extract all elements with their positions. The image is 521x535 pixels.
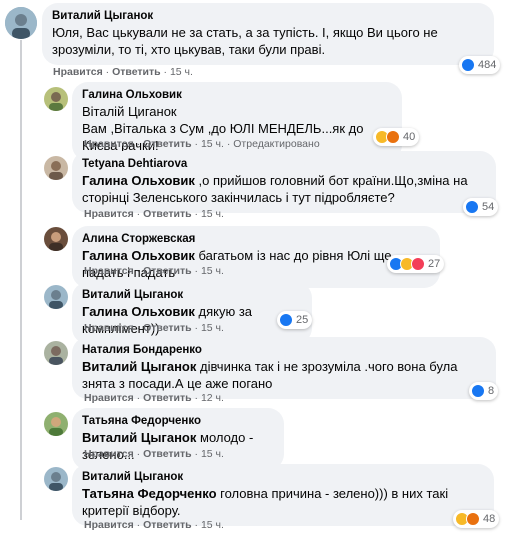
avatar[interactable]	[44, 285, 68, 309]
comment-bubble: Виталий Цыганок Юля, Вас цькували не за …	[42, 3, 494, 65]
comment-text: Виталий Цыганок дівчинка так і не зрозум…	[82, 358, 486, 392]
reply-link[interactable]: Ответить	[112, 66, 161, 78]
mention-link[interactable]: Галина Ольховик	[82, 248, 195, 263]
avatar[interactable]	[44, 156, 68, 180]
reaction-summary[interactable]: 25	[277, 311, 313, 329]
reply-link[interactable]: Ответить	[143, 138, 192, 150]
comment-bubble: Tetyana Dehtiarova Галина Ольховик ,о пр…	[72, 151, 496, 213]
like-icon	[471, 384, 485, 398]
comment-text: Юля, Вас цькували не за стать, а за тупі…	[52, 25, 438, 57]
comment-text: Татьяна Федорченко головна причина - зел…	[82, 485, 484, 519]
reply-link[interactable]: Ответить	[143, 265, 192, 277]
like-link[interactable]: Нравится	[84, 322, 134, 334]
mention-link[interactable]: Галина Ольховик	[82, 304, 195, 319]
comment-actions: Нравится · Ответить · 12 ч.	[84, 392, 224, 404]
like-icon	[279, 313, 293, 327]
comment-bubble: Алина Сторжевская Галина Ольховик багать…	[72, 226, 440, 288]
like-link[interactable]: Нравится	[84, 265, 134, 277]
comment-author[interactable]: Алина Сторжевская	[82, 232, 430, 247]
reaction-summary[interactable]: 40	[373, 128, 420, 146]
angry-icon	[466, 512, 480, 526]
comment-time[interactable]: 15 ч.	[201, 519, 224, 531]
comment-author[interactable]: Виталий Цыганок	[82, 470, 484, 485]
comment-actions: Нравится · Ответить · 15 ч.	[84, 322, 224, 334]
angry-icon	[386, 130, 400, 144]
like-link[interactable]: Нравится	[84, 519, 134, 531]
thread-line	[20, 40, 22, 520]
comment-bubble: Виталий Цыганок Татьяна Федорченко голов…	[72, 464, 494, 526]
comment-actions: Нравится · Ответить · 15 ч.	[84, 208, 224, 220]
like-icon	[461, 58, 475, 72]
mention-link[interactable]: Виталий Цыганок	[82, 430, 196, 445]
comment-time[interactable]: 15 ч.	[170, 66, 193, 78]
comment-author[interactable]: Наталия Бондаренко	[82, 343, 486, 358]
avatar[interactable]	[5, 7, 37, 39]
reaction-summary[interactable]: 54	[463, 198, 499, 216]
reply-link[interactable]: Ответить	[143, 519, 192, 531]
reaction-count: 48	[483, 513, 496, 525]
comment-actions: Нравится · Ответить · 15 ч.	[84, 448, 224, 460]
like-link[interactable]: Нравится	[84, 208, 134, 220]
comment-author[interactable]: Галина Ольховик	[82, 88, 392, 103]
reaction-count: 54	[482, 201, 495, 213]
reaction-count: 40	[403, 131, 416, 143]
like-link[interactable]: Нравится	[53, 66, 103, 78]
comment-author[interactable]: Виталий Цыганок	[82, 288, 302, 303]
avatar[interactable]	[44, 467, 68, 491]
comment-actions: Нравится · Ответить · 15 ч.	[84, 519, 224, 531]
like-link[interactable]: Нравится	[84, 448, 134, 460]
reaction-count: 27	[428, 258, 441, 270]
like-link[interactable]: Нравится	[84, 138, 134, 150]
reply-link[interactable]: Ответить	[143, 208, 192, 220]
comment-actions: Нравится · Ответить · 15 ч. · Отредактир…	[84, 138, 320, 150]
reaction-count: 484	[478, 59, 497, 71]
comment-actions: Нравится · Ответить · 15 ч.	[84, 265, 224, 277]
avatar[interactable]	[44, 87, 68, 111]
avatar[interactable]	[44, 412, 68, 436]
comment-time[interactable]: 15 ч.	[201, 448, 224, 460]
mention-link[interactable]: Татьяна Федорченко	[82, 486, 217, 501]
reaction-count: 8	[488, 385, 495, 397]
like-link[interactable]: Нравится	[84, 392, 134, 404]
reply-link[interactable]: Ответить	[143, 322, 192, 334]
reply-link[interactable]: Ответить	[143, 392, 192, 404]
reaction-summary[interactable]: 48	[453, 510, 500, 528]
reaction-summary[interactable]: 8	[469, 382, 499, 400]
edited-label: Отредактировано	[233, 138, 320, 150]
mention-link[interactable]: Виталий Цыганок	[82, 359, 196, 374]
comment-author[interactable]: Татьяна Федорченко	[82, 414, 274, 429]
avatar[interactable]	[44, 227, 68, 251]
comment-time[interactable]: 12 ч.	[201, 392, 224, 404]
love-icon	[411, 257, 425, 271]
comment-text: Галина Ольховик ,о прийшов головний бот …	[82, 172, 486, 206]
comment-time[interactable]: 15 ч.	[201, 322, 224, 334]
comment-author[interactable]: Виталий Цыганок	[52, 9, 484, 24]
comment-time[interactable]: 15 ч.	[201, 208, 224, 220]
comment-author[interactable]: Tetyana Dehtiarova	[82, 157, 486, 172]
comment-time[interactable]: 15 ч.	[201, 138, 224, 150]
reaction-count: 25	[296, 314, 309, 326]
comment-time[interactable]: 15 ч.	[201, 265, 224, 277]
reaction-summary[interactable]: 27	[387, 255, 445, 273]
avatar[interactable]	[44, 341, 68, 365]
comment-actions: Нравится · Ответить · 15 ч.	[53, 66, 193, 78]
reply-link[interactable]: Ответить	[143, 448, 192, 460]
comment-bubble: Наталия Бондаренко Виталий Цыганок дівчи…	[72, 337, 496, 399]
mention-link[interactable]: Галина Ольховик	[82, 173, 195, 188]
like-icon	[465, 200, 479, 214]
reaction-summary[interactable]: 484	[459, 56, 501, 74]
